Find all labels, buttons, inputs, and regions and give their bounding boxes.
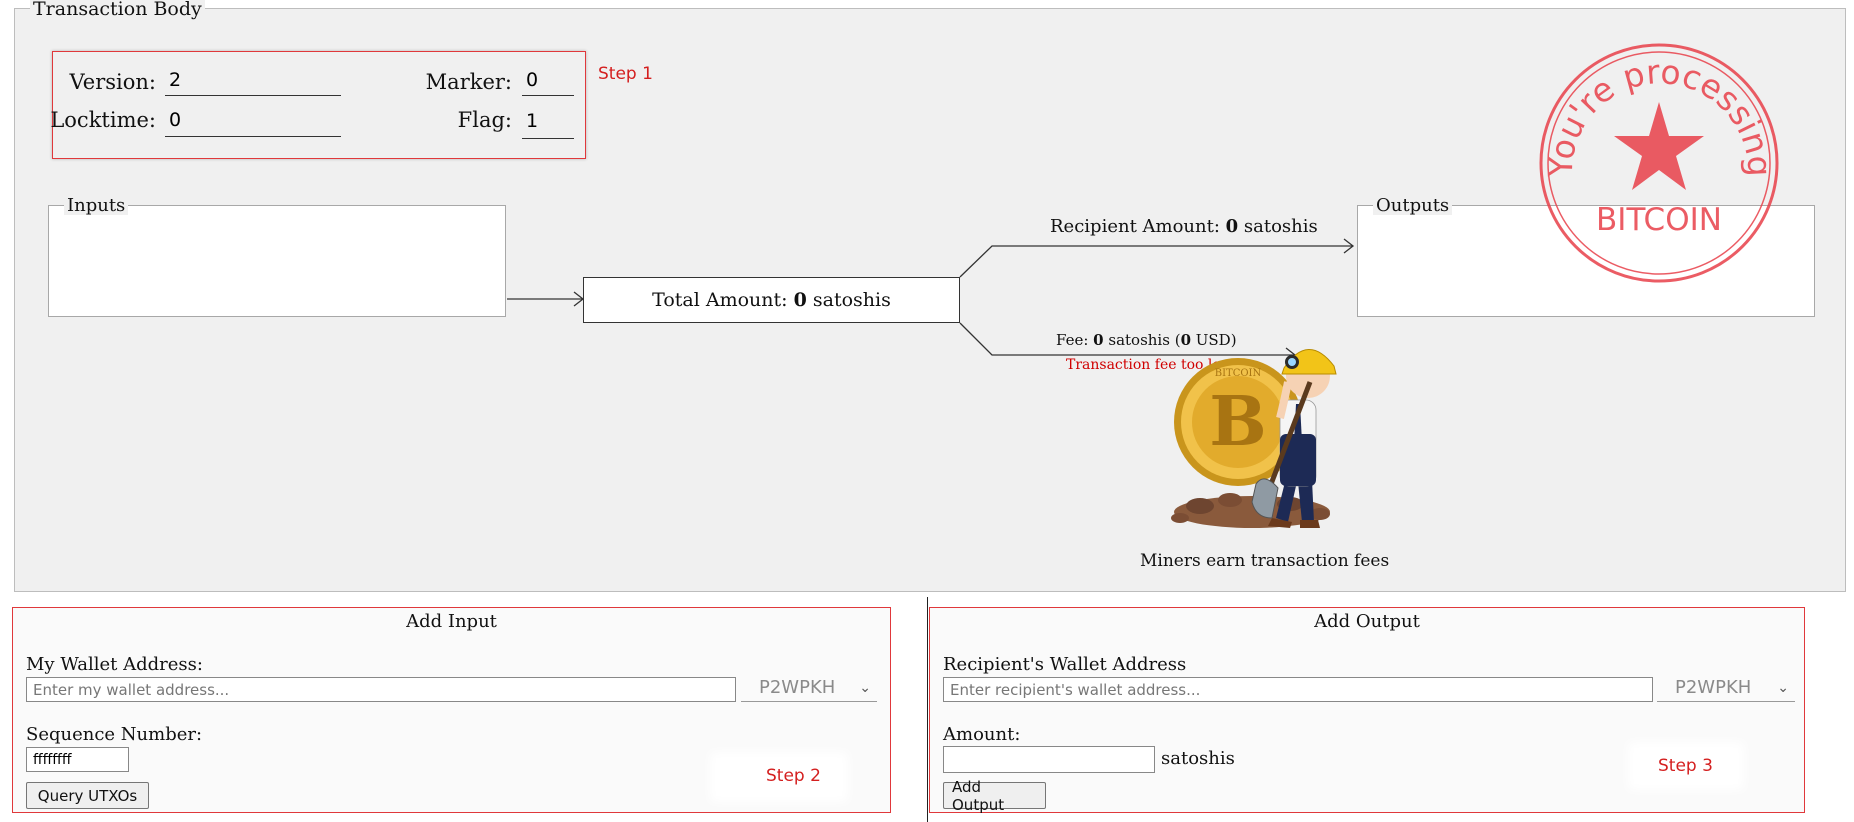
input-script-type-value: P2WPKH (759, 677, 836, 698)
total-to-recipient-arrow (959, 245, 1353, 278)
add-output-title: Add Output (1314, 611, 1420, 632)
stamp-bottom-text: BITCOIN (1596, 202, 1722, 238)
output-script-type-value: P2WPKH (1675, 677, 1752, 698)
miner-caption: Miners earn transaction fees (1140, 551, 1390, 571)
recipient-amount-value: 0 (1225, 216, 1239, 237)
step2-label: Step 2 (766, 766, 821, 786)
amount-input[interactable] (943, 746, 1155, 773)
recipient-amount-suffix: satoshis (1238, 216, 1318, 237)
coin-text: BITCOIN (1215, 368, 1262, 379)
recipient-amount-prefix: Recipient Amount: (1050, 216, 1226, 237)
panel-divider (927, 597, 928, 822)
sequence-number-input[interactable] (26, 747, 129, 772)
add-output-button[interactable]: Add Output (943, 778, 1046, 814)
my-wallet-input[interactable] (26, 677, 736, 702)
sequence-number-label: Sequence Number: (26, 724, 203, 745)
miner-illustration: B BITCOIN (1171, 349, 1337, 528)
recipient-amount-label: Recipient Amount: 0 satoshis (1050, 216, 1318, 237)
coin-letter: B (1209, 382, 1266, 462)
query-utxos-button[interactable]: Query UTXOs (26, 782, 149, 809)
fee-value: 0 (1093, 331, 1104, 349)
recipient-wallet-label: Recipient's Wallet Address (943, 654, 1187, 675)
amount-unit: satoshis (1161, 748, 1235, 769)
fee-prefix: Fee: (1056, 331, 1094, 349)
bitcoin-stamp: You're processing BITCOIN (1539, 43, 1779, 283)
add-input-title: Add Input (406, 611, 497, 632)
my-wallet-label: My Wallet Address: (26, 654, 203, 675)
amount-label: Amount: (943, 724, 1021, 745)
step3-label: Step 3 (1658, 756, 1713, 776)
input-script-type-select[interactable]: P2WPKH ⌄ (741, 674, 877, 702)
star-icon (1614, 102, 1704, 190)
output-script-type-select[interactable]: P2WPKH ⌄ (1657, 674, 1795, 702)
recipient-wallet-input[interactable] (943, 677, 1653, 702)
chevron-down-icon: ⌄ (859, 679, 871, 696)
chevron-down-icon: ⌄ (1777, 679, 1789, 696)
